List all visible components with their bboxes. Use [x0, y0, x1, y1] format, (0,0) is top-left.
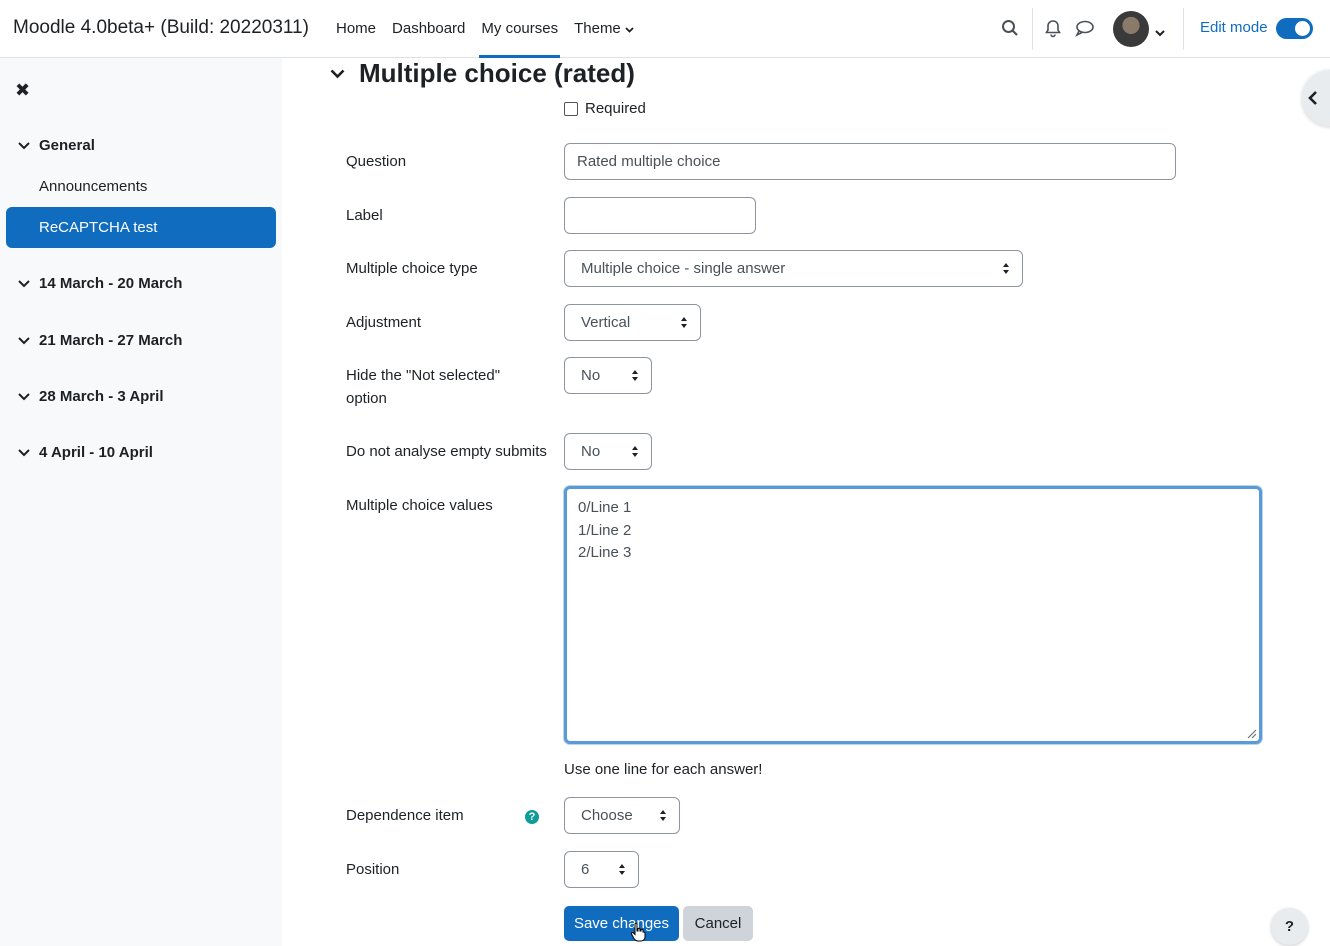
type-select-value: Multiple choice - single answer [581, 260, 786, 277]
position-select[interactable]: 6 [564, 851, 639, 888]
chevron-down-icon [330, 69, 345, 78]
question-label: Question [346, 153, 407, 170]
adjustment-label: Adjustment [346, 314, 422, 331]
type-label: Multiple choice type [346, 260, 478, 277]
close-icon[interactable]: ✖ [15, 80, 30, 101]
adjustment-select-value: Vertical [581, 314, 631, 331]
values-line: 0/Line 1 [578, 499, 632, 516]
no-analyse-label: Do not analyse empty submits [346, 443, 547, 460]
section-week-1[interactable]: 14 March - 20 March [18, 275, 182, 292]
required-checkbox-box[interactable] [564, 101, 578, 116]
edit-mode-label: Edit mode [1200, 19, 1268, 36]
type-select[interactable]: Multiple choice - single answer [564, 250, 1023, 287]
chevron-down-icon [18, 392, 30, 400]
dependence-label: Dependence item [346, 807, 464, 824]
section-week-2-label: 21 March - 27 March [39, 332, 183, 349]
label-label: Label [346, 207, 383, 224]
form-section-header[interactable]: Multiple choice (rated) [330, 58, 635, 89]
no-analyse-value: No [581, 443, 601, 460]
values-line: 2/Line 3 [578, 544, 632, 561]
course-item-announcements[interactable]: Announcements [39, 178, 147, 195]
help-icon[interactable]: ? [525, 810, 539, 824]
chevron-down-icon [18, 336, 30, 344]
main-content: Multiple choice (rated) Required Questio… [282, 58, 1330, 946]
label-input[interactable] [564, 197, 756, 234]
dependence-select[interactable]: Choose [564, 797, 680, 834]
hand-cursor-icon [630, 922, 646, 942]
search-icon[interactable] [1001, 19, 1021, 39]
section-week-4[interactable]: 4 April - 10 April [18, 444, 153, 461]
chevron-down-icon [18, 279, 30, 287]
section-week-2[interactable]: 21 March - 27 March [18, 332, 182, 349]
required-checkbox[interactable]: Required [564, 100, 646, 117]
course-index-drawer: ✖ General Announcements ReCAPTCHA test 1… [0, 58, 282, 946]
section-week-1-label: 14 March - 20 March [39, 275, 183, 292]
nav-theme-label: Theme [574, 20, 621, 37]
top-navbar: Moodle 4.0beta+ (Build: 20220311) Home D… [0, 0, 1330, 58]
values-line: 1/Line 2 [578, 521, 632, 539]
section-general[interactable]: General [18, 137, 95, 154]
hide-not-selected-select[interactable]: No [564, 357, 652, 394]
position-select-value: 6 [581, 861, 590, 878]
page-title: Multiple choice (rated) [359, 58, 635, 88]
cancel-button[interactable]: Cancel [683, 906, 753, 941]
resize-handle-icon[interactable] [1245, 727, 1257, 739]
site-name[interactable]: Moodle 4.0beta+ (Build: 20220311) [13, 17, 309, 39]
chevron-down-icon[interactable] [1155, 24, 1175, 44]
section-week-3-label: 28 March - 3 April [39, 388, 164, 405]
primary-navigation: Home Dashboard My courses Theme [336, 0, 650, 58]
select-arrows-icon [632, 370, 638, 381]
navbar-divider [1183, 8, 1184, 50]
nav-my-courses[interactable]: My courses [479, 0, 560, 58]
values-textarea[interactable]: 0/Line 1 1/Line 2 2/Line 3 [564, 486, 1262, 744]
chevron-down-icon [18, 448, 30, 456]
hide-not-selected-label: Hide the "Not selected" option [346, 367, 501, 407]
hide-not-selected-value: No [581, 367, 601, 384]
question-input[interactable]: Rated multiple choice [564, 143, 1176, 180]
avatar[interactable] [1113, 11, 1149, 47]
values-hint: Use one line for each answer! [564, 761, 763, 778]
section-week-4-label: 4 April - 10 April [39, 444, 153, 461]
select-arrows-icon [660, 810, 666, 821]
navbar-divider [1032, 8, 1033, 50]
adjustment-select[interactable]: Vertical [564, 304, 701, 341]
nav-dashboard[interactable]: Dashboard [392, 0, 465, 58]
nav-theme-menu[interactable]: Theme [574, 0, 634, 58]
edit-mode-toggle[interactable] [1276, 18, 1313, 39]
section-general-label: General [39, 137, 95, 154]
section-week-3[interactable]: 28 March - 3 April [18, 388, 163, 405]
bell-icon[interactable] [1044, 19, 1064, 39]
chevron-down-icon [625, 0, 634, 57]
dependence-select-value: Choose [581, 807, 633, 824]
nav-home[interactable]: Home [336, 0, 376, 58]
required-label: Required [585, 100, 646, 117]
select-arrows-icon [681, 317, 687, 328]
values-label: Multiple choice values [346, 497, 493, 514]
course-item-recaptcha-test[interactable]: ReCAPTCHA test [6, 207, 276, 248]
chevron-down-icon [18, 141, 30, 149]
select-arrows-icon [632, 446, 638, 457]
save-button[interactable]: Save changes [564, 906, 679, 941]
help-button[interactable]: ? [1271, 908, 1308, 945]
position-label: Position [346, 861, 400, 878]
select-arrows-icon [619, 864, 625, 875]
chevron-left-icon [1308, 91, 1317, 105]
message-icon[interactable] [1075, 19, 1095, 39]
no-analyse-select[interactable]: No [564, 433, 652, 470]
select-arrows-icon [1003, 263, 1009, 274]
